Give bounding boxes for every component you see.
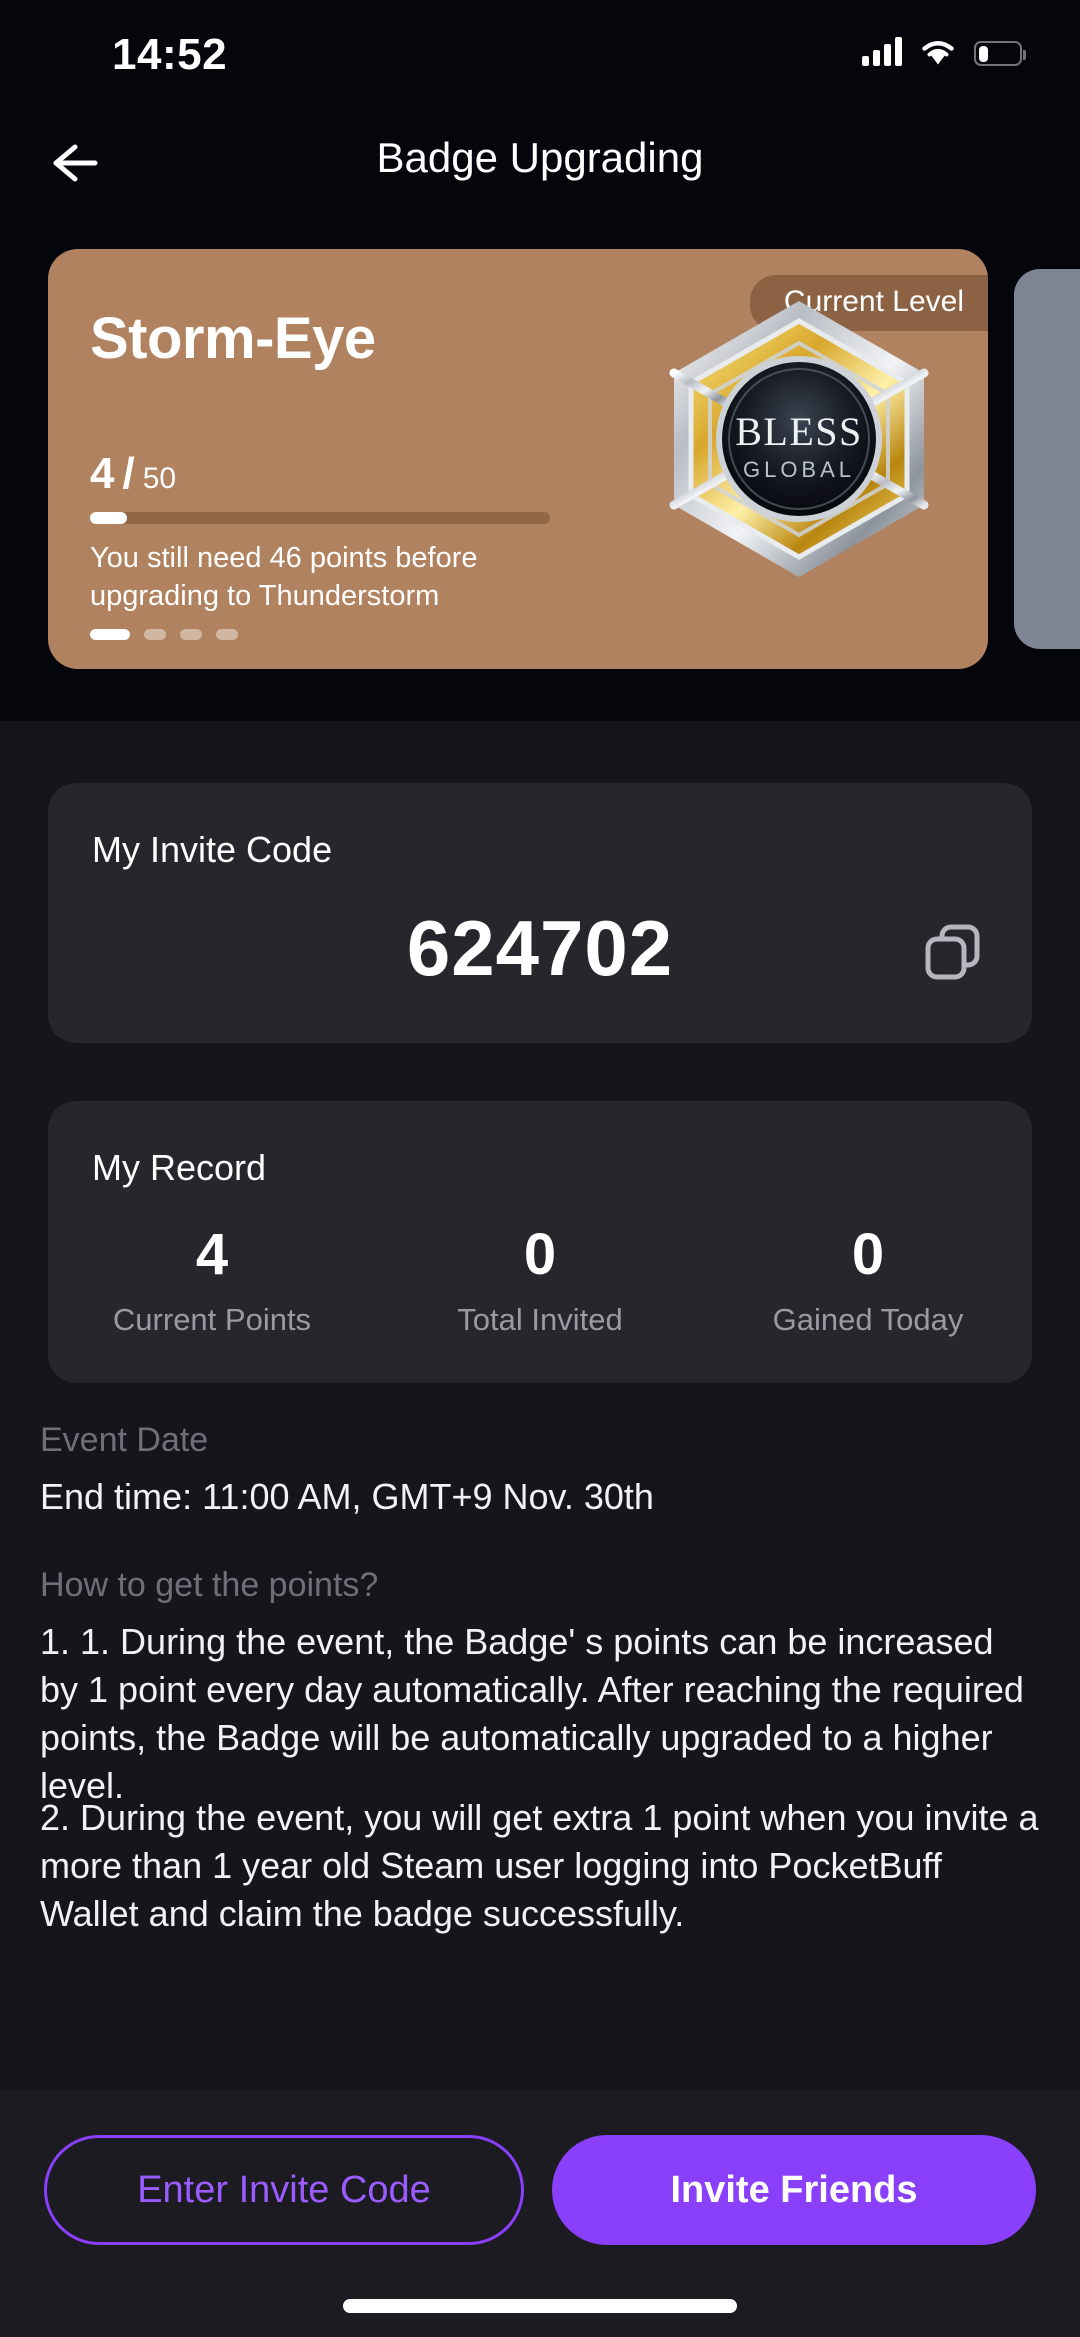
carousel-dot-4[interactable]: [216, 629, 238, 640]
copy-icon: [925, 924, 980, 980]
invite-code-card: My Invite Code 624702: [48, 783, 1032, 1043]
badge-emblem: BLESS GLOBAL: [660, 295, 938, 583]
battery-low-icon: [974, 41, 1026, 66]
stat-value: 0: [851, 1222, 885, 1287]
status-bar-time: 14:52: [112, 30, 228, 79]
cellular-signal-icon: [862, 36, 902, 66]
badge-progress-fill: [90, 512, 127, 524]
enter-invite-code-button[interactable]: Enter Invite Code: [44, 2135, 524, 2245]
badge-progress-bar: [90, 512, 550, 524]
invite-friends-button[interactable]: Invite Friends: [552, 2135, 1036, 2245]
copy-invite-code-button[interactable]: [922, 921, 984, 983]
progress-current: 4: [90, 449, 115, 498]
stat-total-invited: 0 Total Invited: [376, 1222, 704, 1338]
progress-max: 50: [142, 462, 177, 495]
status-bar-indicators: [862, 36, 1026, 66]
svg-text:BLESS: BLESS: [735, 409, 863, 454]
svg-text:GLOBAL: GLOBAL: [743, 457, 855, 482]
event-date-label: Event Date: [40, 1421, 209, 1459]
stat-label: Gained Today: [772, 1301, 964, 1337]
badge-progress-numbers: 4 / 50: [90, 449, 176, 499]
my-record-card: My Record 4 Current Points 0 Total Invit…: [48, 1101, 1032, 1383]
stat-gained-today: 0 Gained Today: [704, 1222, 1032, 1338]
stat-current-points: 4 Current Points: [48, 1222, 376, 1338]
my-record-title: My Record: [92, 1147, 267, 1188]
progress-separator: /: [122, 449, 135, 498]
stat-label: Current Points: [112, 1301, 312, 1337]
status-bar: 14:52: [0, 0, 1080, 112]
badge-name: Storm-Eye: [90, 306, 376, 371]
stat-label: Total Invited: [457, 1301, 623, 1337]
bottom-action-bar: Enter Invite Code Invite Friends: [0, 2091, 1080, 2337]
badge-carousel[interactable]: Storm-Eye Current Level BLESS GLOBAL 4 /…: [0, 249, 1080, 721]
badge-card-current[interactable]: Storm-Eye Current Level BLESS GLOBAL 4 /…: [48, 249, 988, 669]
how-to-item-1: 1. 1. During the event, the Badge' s poi…: [40, 1621, 1024, 1806]
wifi-icon: [920, 38, 956, 66]
event-date-value: End time: 11:00 AM, GMT+9 Nov. 30th: [40, 1476, 654, 1517]
badge-progress-hint: You still need 46 points before upgradin…: [90, 542, 478, 613]
stat-value: 4: [195, 1222, 229, 1287]
content-area: My Invite Code 624702 My Record 4 Curren…: [0, 721, 1080, 2091]
record-stats: 4 Current Points 0 Total Invited 0 Gaine…: [48, 1222, 1032, 1338]
carousel-dot-2[interactable]: [144, 629, 166, 640]
invite-code-title: My Invite Code: [92, 829, 333, 870]
how-to-item-2: 2. During the event, you will get extra …: [40, 1797, 1039, 1934]
page-title: Badge Upgrading: [376, 134, 704, 181]
invite-code-value: 624702: [406, 904, 674, 992]
home-indicator: [343, 2299, 737, 2313]
carousel-dot-1[interactable]: [90, 629, 130, 640]
nav-bar: Badge Upgrading: [0, 112, 1080, 212]
carousel-dot-3[interactable]: [180, 629, 202, 640]
badge-card-next-peek[interactable]: [1014, 269, 1080, 649]
carousel-dots[interactable]: [90, 629, 238, 640]
how-to-label: How to get the points?: [40, 1566, 379, 1604]
app-screen: 14:52 Badge Upgrading Storm-Eye Current …: [0, 0, 1080, 2337]
stat-value: 0: [523, 1222, 557, 1287]
